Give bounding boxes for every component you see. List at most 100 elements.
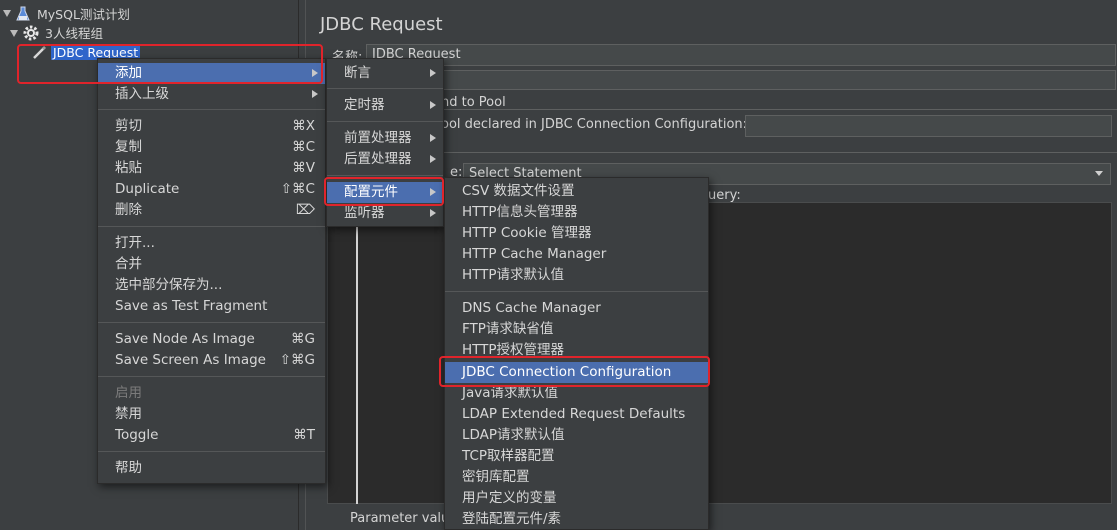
- menu-separator: [98, 451, 325, 452]
- config-item-http-request-defaults[interactable]: HTTP请求默认值: [445, 265, 708, 286]
- config-item-login-config-element[interactable]: 登陆配置元件/素: [445, 509, 708, 530]
- config-item-keystore-config[interactable]: 密钥库配置: [445, 467, 708, 488]
- menu-item-disable[interactable]: 禁用: [98, 404, 325, 425]
- menu-item-save-screen-image-label: Save Screen As Image: [115, 352, 266, 368]
- menu-separator: [98, 109, 325, 110]
- submenu-item-post-processors-label: 后置处理器: [344, 151, 412, 167]
- submenu-item-pre-processors[interactable]: 前置处理器: [327, 128, 443, 149]
- config-item-label: DNS Cache Manager: [462, 300, 601, 316]
- menu-item-copy-label: 复制: [115, 139, 142, 155]
- submenu-item-pre-processors-label: 前置处理器: [344, 130, 412, 146]
- menu-item-copy[interactable]: 复制 ⌘C: [98, 137, 325, 158]
- menu-item-duplicate[interactable]: Duplicate ⇧⌘C: [98, 179, 325, 200]
- menu-item-add-label: 添加: [115, 65, 142, 81]
- config-item-dns-cache-manager[interactable]: DNS Cache Manager: [445, 298, 708, 319]
- config-item-label: HTTP信息头管理器: [462, 204, 578, 220]
- config-item-http-auth-manager[interactable]: HTTP授权管理器: [445, 340, 708, 361]
- submenu-item-assertions-label: 断言: [344, 65, 371, 81]
- parameter-values-label: Parameter valu: [350, 511, 450, 526]
- menu-item-cut[interactable]: 剪切 ⌘X: [98, 116, 325, 137]
- config-item-http-cache-manager[interactable]: HTTP Cache Manager: [445, 244, 708, 265]
- menu-item-paste-label: 粘贴: [115, 160, 142, 176]
- menu-separator: [445, 291, 708, 292]
- expand-triangle-icon[interactable]: [10, 30, 18, 37]
- menu-item-save-screen-as-image[interactable]: Save Screen As Image ⇧⌘G: [98, 350, 325, 371]
- menu-item-disable-label: 禁用: [115, 406, 142, 422]
- config-item-ftp-request-defaults[interactable]: FTP请求缺省值: [445, 319, 708, 340]
- menu-item-save-selection-label: 选中部分保存为...: [115, 277, 223, 293]
- config-item-label: Java请求默认值: [462, 385, 559, 401]
- menu-item-add[interactable]: 添加: [98, 63, 325, 84]
- config-item-label: HTTP Cache Manager: [462, 246, 607, 262]
- submenu-arrow-icon: [430, 155, 436, 163]
- name-field[interactable]: JDBC Request: [366, 44, 1116, 66]
- config-item-label: LDAP请求默认值: [462, 427, 565, 443]
- menu-item-toggle[interactable]: Toggle ⌘T: [98, 425, 325, 446]
- line-number-gutter: [356, 202, 358, 504]
- menu-item-paste[interactable]: 粘贴 ⌘V: [98, 158, 325, 179]
- shortcut-label: ⇧⌘C: [280, 181, 315, 197]
- query-label: uery:: [708, 188, 741, 203]
- menu-separator: [98, 376, 325, 377]
- menu-item-merge-label: 合并: [115, 256, 142, 272]
- menu-item-merge[interactable]: 合并: [98, 254, 325, 275]
- shortcut-label: ⌘T: [293, 427, 315, 443]
- shortcut-label: ⌘X: [292, 118, 315, 134]
- config-item-tcp-sampler-config[interactable]: TCP取样器配置: [445, 446, 708, 467]
- menu-item-help[interactable]: 帮助: [98, 458, 325, 479]
- config-item-label: FTP请求缺省值: [462, 321, 554, 337]
- config-item-java-request-defaults[interactable]: Java请求默认值: [445, 383, 708, 404]
- config-item-label: 用户定义的变量: [462, 490, 557, 506]
- expand-triangle-icon[interactable]: [3, 10, 11, 17]
- config-item-label: 密钥库配置: [462, 469, 530, 485]
- submenu-item-config-elements[interactable]: 配置元件: [327, 182, 443, 203]
- menu-separator: [98, 226, 325, 227]
- menu-item-delete[interactable]: 删除 ⌦: [98, 200, 325, 221]
- submenu-item-config-elements-label: 配置元件: [344, 184, 398, 200]
- submenu-item-assertions[interactable]: 断言: [327, 63, 443, 84]
- tree-item-thread-group[interactable]: 3人线程组: [45, 24, 103, 43]
- menu-item-save-fragment-label: Save as Test Fragment: [115, 298, 268, 314]
- submenu-arrow-icon: [312, 90, 318, 98]
- menu-item-toggle-label: Toggle: [115, 427, 159, 443]
- config-item-ldap-extended-defaults[interactable]: LDAP Extended Request Defaults: [445, 404, 708, 425]
- submenu-item-timers-label: 定时器: [344, 97, 385, 113]
- shortcut-label: ⌘C: [292, 139, 315, 155]
- menu-item-delete-label: 删除: [115, 202, 142, 218]
- gear-icon: [23, 25, 39, 41]
- config-item-http-cookie-manager[interactable]: HTTP Cookie 管理器: [445, 223, 708, 244]
- submenu-item-listeners[interactable]: 监听器: [327, 203, 443, 224]
- menu-item-help-label: 帮助: [115, 460, 142, 476]
- submenu-arrow-icon: [430, 209, 436, 217]
- menu-separator: [327, 121, 443, 122]
- submenu-item-post-processors[interactable]: 后置处理器: [327, 149, 443, 170]
- menu-separator: [98, 322, 325, 323]
- menu-item-enable-label: 启用: [115, 385, 142, 401]
- config-item-jdbc-connection-configuration[interactable]: JDBC Connection Configuration: [445, 362, 708, 383]
- tree-item-test-plan[interactable]: MySQL测试计划: [37, 5, 130, 24]
- menu-item-open[interactable]: 打开...: [98, 233, 325, 254]
- test-plan-icon: [16, 6, 30, 21]
- submenu-arrow-icon: [430, 134, 436, 142]
- config-item-label: JDBC Connection Configuration: [462, 364, 672, 380]
- variable-pool-input[interactable]: [745, 115, 1112, 137]
- menu-item-save-node-image-label: Save Node As Image: [115, 331, 255, 347]
- config-item-csv-data-set[interactable]: CSV 数据文件设置: [445, 181, 708, 202]
- page-title: JDBC Request: [320, 14, 443, 35]
- pool-section-label: nd to Pool: [441, 95, 506, 110]
- menu-item-save-as-test-fragment[interactable]: Save as Test Fragment: [98, 296, 325, 317]
- config-item-http-header-manager[interactable]: HTTP信息头管理器: [445, 202, 708, 223]
- submenu-arrow-icon: [430, 101, 436, 109]
- context-menu: 添加 插入上级 剪切 ⌘X 复制 ⌘C 粘贴 ⌘V Duplicate ⇧⌘C 删除 ⌦ …: [97, 58, 326, 484]
- config-item-label: 登陆配置元件/素: [462, 511, 562, 527]
- menu-item-save-node-as-image[interactable]: Save Node As Image ⌘G: [98, 329, 325, 350]
- menu-item-save-selection-as[interactable]: 选中部分保存为...: [98, 275, 325, 296]
- config-item-label: TCP取样器配置: [462, 448, 555, 464]
- config-element-submenu: CSV 数据文件设置 HTTP信息头管理器 HTTP Cookie 管理器 HT…: [444, 177, 709, 530]
- submenu-item-timers[interactable]: 定时器: [327, 95, 443, 116]
- config-item-user-defined-variables[interactable]: 用户定义的变量: [445, 488, 708, 509]
- config-item-ldap-request-defaults[interactable]: LDAP请求默认值: [445, 425, 708, 446]
- menu-item-insert-parent[interactable]: 插入上级: [98, 84, 325, 105]
- delete-key-icon: ⌦: [295, 202, 315, 218]
- menu-item-cut-label: 剪切: [115, 118, 142, 134]
